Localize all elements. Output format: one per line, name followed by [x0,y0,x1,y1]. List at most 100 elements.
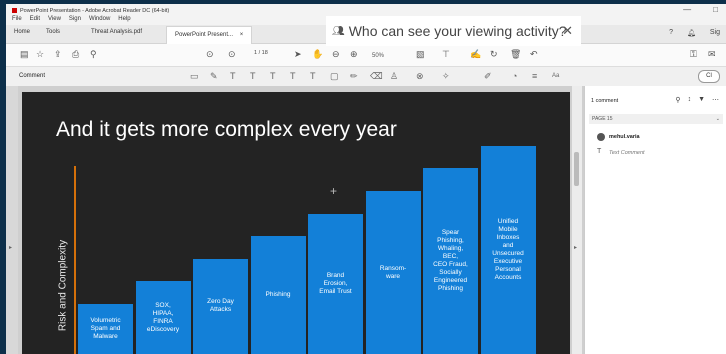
slide-title: And it gets more complex every year [56,118,397,141]
avatar [597,133,605,141]
menu-window[interactable]: Window [89,16,110,25]
highlight-text-icon[interactable]: ✎ [210,71,218,82]
page-group-label: PAGE 15 [592,116,613,122]
bar-label-line: Volumetric [90,317,121,324]
help-icon[interactable]: ? [669,29,673,37]
zoom-out-icon[interactable]: ⊖ [332,49,340,59]
pin-icon[interactable]: ✐ [484,71,492,82]
eraser-icon[interactable]: ⌫ [370,71,383,82]
collapse-right-icon[interactable]: ▸ [574,244,577,251]
bar-label-line: Unsecured [492,249,524,257]
popup-close-icon[interactable]: ✕ [562,23,573,39]
font-size-icon[interactable]: Aa [552,73,559,79]
bar-label-line: Inboxes [496,233,520,241]
upload-icon[interactable]: ⇪ [54,49,62,59]
menu-file[interactable]: File [12,16,22,25]
people-icon: 👥︎ [332,25,345,37]
select-cursor-icon[interactable]: ➤ [294,49,302,59]
pencil-icon[interactable]: ✏ [350,71,358,82]
page-indicator[interactable]: 1 / 18 [254,50,268,56]
bookmark-star-icon[interactable]: ☆ [36,49,44,59]
key-icon[interactable]: ⚿ [690,49,697,59]
bar-label-line: CEO Fraud, [433,261,468,269]
left-panel-toggle[interactable]: ▸ [6,86,18,354]
previous-page-icon[interactable]: ⊙ [206,49,214,59]
bar-label-line: Spear [441,229,460,237]
bar-label-line: Accounts [494,273,522,281]
tab-home[interactable]: Home [14,29,30,35]
bar-label-line: Personal [495,265,521,273]
scrollbar-thumb[interactable] [574,152,579,186]
notification-bell-icon[interactable]: 🔔︎ [687,29,696,37]
tab-close-icon[interactable]: × [240,32,244,38]
bar-label-line: Whaling, [437,245,464,253]
hand-tool-icon[interactable]: ✋ [312,49,323,59]
bar-label-line: Mobile [498,225,518,233]
main-toolbar: ▤ ☆ ⇪ ⎙ ⚲ ⊙ ⊙ 1 / 18 ➤ ✋ ⊖ ⊕ 50% ▧ ⊤ ✍ ↻… [6,44,726,67]
maximize-button[interactable]: □ [713,5,718,14]
minimize-button[interactable]: — [683,5,691,14]
chevron-down-icon[interactable]: ⌄ [716,116,720,122]
cursor-crosshair: + [330,184,338,198]
attach-icon[interactable]: ⊗ [416,71,424,82]
bar-label-line: Socially [439,269,462,277]
bar-label-line: Unified [497,217,519,225]
zoom-level[interactable]: 50% [372,51,384,61]
bar-label-line: Spam and [90,325,121,332]
shapes-icon[interactable]: ✧ [442,71,450,82]
sign-in-link[interactable]: Sig [710,29,720,37]
bar-label-line: Erosion, [323,279,348,287]
menu-help[interactable]: Help [118,16,130,25]
undo-icon[interactable]: ↶ [530,49,538,59]
color-fill-icon[interactable]: ◔ [512,71,517,81]
bar-label-line: Attacks [209,306,232,314]
more-options-icon[interactable]: ⋯ [712,96,719,104]
tab-tools[interactable]: Tools [46,29,60,35]
tab-threat-analysis[interactable]: Threat Analysis.pdf [91,29,142,35]
expand-left-icon[interactable]: ▸ [9,244,12,251]
sort-icon[interactable]: ↕ [688,96,692,104]
tab-powerpoint-presentation[interactable]: PowerPoint Present... × [166,26,253,44]
comment-text[interactable]: Text Comment [609,150,645,156]
replace-text-icon[interactable]: T [270,71,276,81]
delete-icon[interactable]: 🗑︎ [510,49,521,59]
page-display-icon[interactable]: ▧ [416,49,425,59]
menu-edit[interactable]: Edit [30,16,40,25]
line-width-icon[interactable]: ≡ [532,71,537,81]
bar-label-line: SOX, [155,301,171,309]
stamp-icon[interactable]: ♙ [390,71,398,82]
app-window: PowerPoint Presentation - Adobe Acrobat … [6,4,726,354]
popup-text[interactable]: Who can see your viewing activity? [349,23,567,39]
search-icon[interactable]: ⚲ [90,49,97,59]
slide-page: And it gets more complex every year + Ri… [22,92,570,354]
text-box-icon[interactable]: ▢ [330,71,339,82]
close-comment-button[interactable]: Cl [698,70,720,83]
filter-icon[interactable]: ▼ [698,96,705,104]
chart-bar: Unified Mobile Inboxes and Unsecured Executiv… [480,145,536,354]
comments-count: 1 comment [591,98,619,104]
comments-panel: 1 comment ⚲ ↕ ▼ ⋯ PAGE 15 ⌄ mehul.varia … [584,86,726,354]
bar-label-line: FINRA [153,317,173,325]
page-current[interactable]: 1 [254,50,257,56]
menu-view[interactable]: View [48,16,61,25]
menu-sign[interactable]: Sign [69,16,81,25]
insert-text-icon[interactable]: T [290,71,296,81]
search-comments-icon[interactable]: ⚲ [675,96,680,104]
mail-icon[interactable]: ✉ [708,49,716,59]
underline-text-icon[interactable]: T [230,71,236,81]
sticky-note-icon[interactable]: ▭ [190,71,199,82]
vertical-scrollbar[interactable]: ▸ [572,86,582,354]
highlight-tool-icon[interactable]: ⊤ [442,49,450,59]
print-icon[interactable]: ⎙ [72,49,79,59]
bar-label-line: Executive [493,257,523,265]
next-page-icon[interactable]: ⊙ [228,49,236,59]
add-text-icon[interactable]: T [310,71,316,81]
bar-label-line: Phishing [265,291,291,299]
chart-bar: Ransom-ware [365,191,421,354]
strikethrough-text-icon[interactable]: T [250,71,256,81]
rotate-icon[interactable]: ↻ [490,49,498,59]
fill-sign-icon[interactable]: ✍ [470,49,481,59]
create-icon[interactable]: ▤ [20,49,29,59]
page-group-header[interactable]: PAGE 15 ⌄ [589,114,723,124]
zoom-in-icon[interactable]: ⊕ [350,49,358,59]
